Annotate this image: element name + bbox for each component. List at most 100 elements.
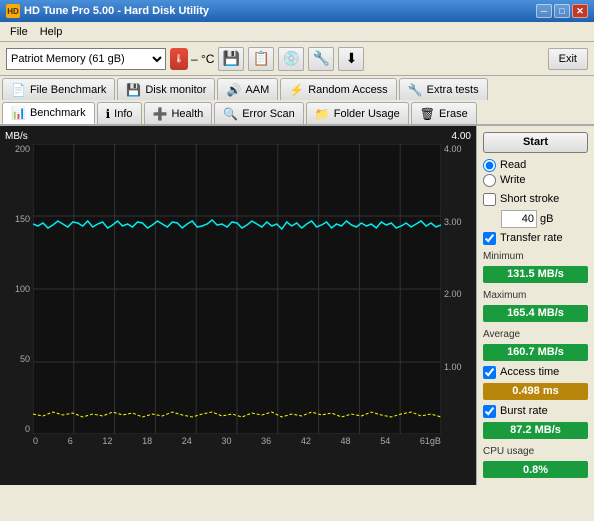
- tab-folder-usage-label: Folder Usage: [334, 108, 400, 120]
- burst-rate-checkbox-item[interactable]: Burst rate: [483, 405, 588, 418]
- maximize-button[interactable]: □: [554, 4, 570, 18]
- benchmark-icon: 📊: [11, 106, 26, 120]
- tab-random-access-label: Random Access: [308, 84, 387, 96]
- tab-info-label: Info: [114, 108, 132, 120]
- x-label-36: 36: [261, 436, 271, 446]
- write-radio-item[interactable]: Write: [483, 174, 588, 187]
- x-label-24: 24: [182, 436, 192, 446]
- minimum-value: 131.5 MB/s: [483, 266, 588, 283]
- short-stroke-label: Short stroke: [500, 193, 559, 205]
- read-radio[interactable]: [483, 159, 496, 172]
- y-axis-labels: 200 150 100 50 0: [5, 144, 33, 434]
- y-label-150: 150: [5, 214, 30, 224]
- tab-disk-monitor[interactable]: 💾 Disk monitor: [117, 78, 215, 100]
- extra-tests-icon: 🔧: [408, 83, 423, 97]
- menu-file[interactable]: File: [4, 25, 34, 39]
- tab-error-scan-label: Error Scan: [242, 108, 295, 120]
- x-label-48: 48: [341, 436, 351, 446]
- burst-rate-label: Burst rate: [500, 405, 548, 417]
- tab-benchmark-label: Benchmark: [30, 107, 86, 119]
- short-stroke-checkbox-item[interactable]: Short stroke: [483, 193, 588, 206]
- stroke-value-input[interactable]: [501, 210, 537, 228]
- toolbar-btn-1[interactable]: 💾: [218, 47, 244, 71]
- tabs-row-1: 📄 File Benchmark 💾 Disk monitor 🔊 AAM ⚡ …: [0, 76, 594, 100]
- transfer-rate-checkbox-item[interactable]: Transfer rate: [483, 232, 588, 245]
- tab-benchmark[interactable]: 📊 Benchmark: [2, 102, 95, 124]
- toolbar-btn-3[interactable]: 💿: [278, 47, 304, 71]
- benchmark-chart: [33, 144, 441, 434]
- access-time-value: 0.498 ms: [483, 383, 588, 400]
- start-button[interactable]: Start: [483, 132, 588, 153]
- stroke-unit-label: gB: [540, 213, 553, 225]
- access-time-label: Access time: [500, 366, 559, 378]
- stroke-input-row: gB: [501, 210, 588, 228]
- short-stroke-checkbox[interactable]: [483, 193, 496, 206]
- tab-file-benchmark[interactable]: 📄 File Benchmark: [2, 78, 115, 100]
- close-button[interactable]: ✕: [572, 4, 588, 18]
- erase-icon: 🗑: [420, 107, 435, 121]
- ms-label-100: 1.00: [444, 362, 471, 372]
- burst-rate-value: 87.2 MB/s: [483, 422, 588, 439]
- tab-health[interactable]: ➕ Health: [144, 102, 213, 124]
- ms-label-300: 3.00: [444, 217, 471, 227]
- y2-axis-labels: 4.00 3.00 2.00 1.00: [441, 144, 471, 434]
- disk-monitor-icon: 💾: [126, 83, 141, 97]
- window-title: HD Tune Pro 5.00 - Hard Disk Utility: [24, 5, 209, 17]
- main-area: MB/s 4.00 200 150 100 50 0: [0, 125, 594, 485]
- drive-select[interactable]: Patriot Memory (61 gB): [6, 48, 166, 70]
- tab-file-benchmark-label: File Benchmark: [30, 84, 106, 96]
- tab-erase[interactable]: 🗑 Erase: [411, 102, 477, 124]
- x-label-42: 42: [301, 436, 311, 446]
- tab-folder-usage[interactable]: 📁 Folder Usage: [306, 102, 409, 124]
- right-panel: Start Read Write Short stroke gB Transfe…: [476, 126, 594, 485]
- tab-info[interactable]: ℹ Info: [97, 102, 142, 124]
- burst-rate-checkbox[interactable]: [483, 405, 496, 418]
- temperature-value: – °C: [191, 52, 214, 66]
- toolbar-btn-5[interactable]: ⬇: [338, 47, 364, 71]
- app-icon: HD: [6, 4, 20, 18]
- cpu-usage-label: CPU usage: [483, 446, 588, 457]
- ms-label-400: 4.00: [444, 144, 471, 154]
- y-label-100: 100: [5, 284, 30, 294]
- tab-extra-tests-label: Extra tests: [427, 84, 479, 96]
- average-label: Average: [483, 329, 588, 340]
- toolbar-btn-4[interactable]: 🔧: [308, 47, 334, 71]
- tab-health-label: Health: [171, 108, 203, 120]
- tab-random-access[interactable]: ⚡ Random Access: [280, 78, 396, 100]
- title-bar: HD HD Tune Pro 5.00 - Hard Disk Utility …: [0, 0, 594, 22]
- y-label-200: 200: [5, 144, 30, 154]
- x-label-0: 0: [33, 436, 38, 446]
- y-axis-label: MB/s: [5, 131, 28, 142]
- exit-button[interactable]: Exit: [548, 48, 588, 70]
- tab-extra-tests[interactable]: 🔧 Extra tests: [399, 78, 488, 100]
- tab-aam-label: AAM: [245, 84, 269, 96]
- access-time-checkbox-item[interactable]: Access time: [483, 366, 588, 379]
- random-access-icon: ⚡: [289, 83, 304, 97]
- ms-label-200: 2.00: [444, 289, 471, 299]
- x-label-18: 18: [142, 436, 152, 446]
- y-label-50: 50: [5, 354, 30, 364]
- thermometer-icon: 🌡: [170, 48, 188, 70]
- x-label-61: 61gB: [420, 436, 441, 446]
- minimize-button[interactable]: ─: [536, 4, 552, 18]
- file-benchmark-icon: 📄: [11, 83, 26, 97]
- menu-help[interactable]: Help: [34, 25, 69, 39]
- read-radio-item[interactable]: Read: [483, 159, 588, 172]
- chart-area: MB/s 4.00 200 150 100 50 0: [0, 126, 476, 485]
- access-time-checkbox[interactable]: [483, 366, 496, 379]
- read-label: Read: [500, 159, 526, 171]
- toolbar: Patriot Memory (61 gB) 🌡 – °C 💾 📋 💿 🔧 ⬇ …: [0, 42, 594, 76]
- write-label: Write: [500, 174, 525, 186]
- tab-disk-monitor-label: Disk monitor: [145, 84, 206, 96]
- tab-aam[interactable]: 🔊 AAM: [217, 78, 278, 100]
- health-icon: ➕: [153, 107, 168, 121]
- read-write-radio-group: Read Write: [483, 159, 588, 187]
- write-radio[interactable]: [483, 174, 496, 187]
- tab-error-scan[interactable]: 🔍 Error Scan: [214, 102, 304, 124]
- x-label-30: 30: [221, 436, 231, 446]
- menu-bar: File Help: [0, 22, 594, 42]
- transfer-rate-checkbox[interactable]: [483, 232, 496, 245]
- window-controls: ─ □ ✕: [536, 4, 588, 18]
- toolbar-btn-2[interactable]: 📋: [248, 47, 274, 71]
- x-label-6: 6: [68, 436, 73, 446]
